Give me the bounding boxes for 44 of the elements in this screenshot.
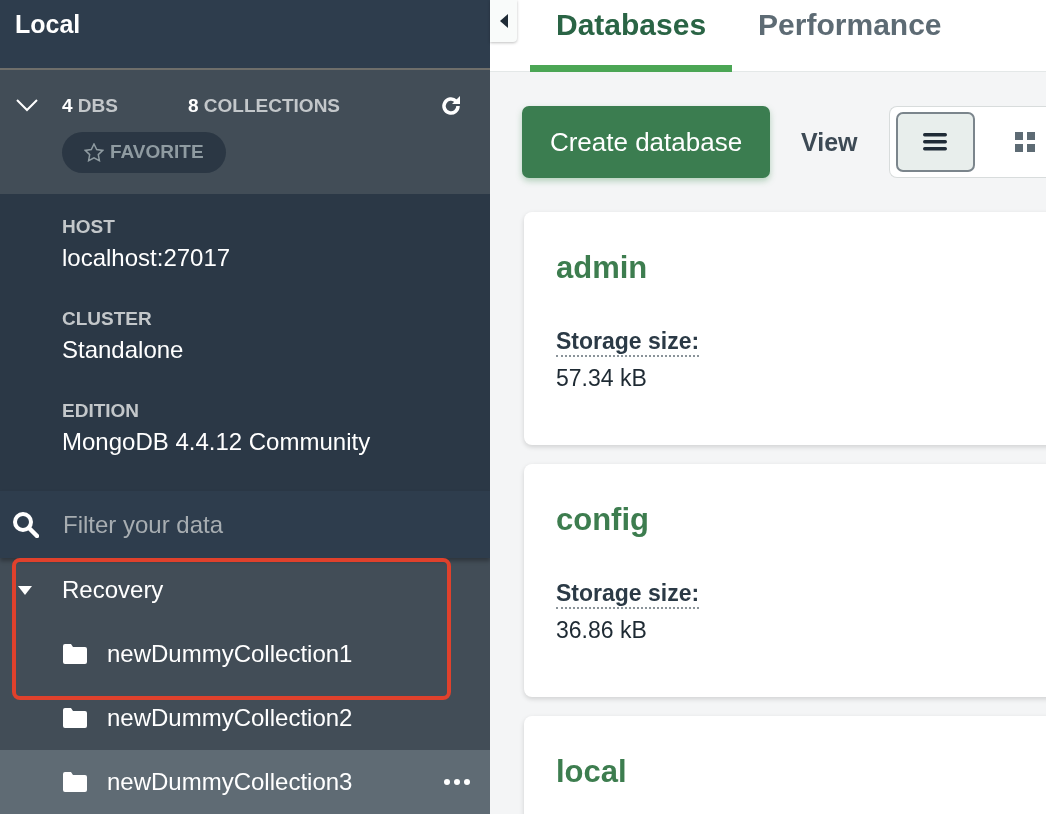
collection-item[interactable]: newDummyCollection1 [0, 622, 490, 686]
database-name[interactable]: config [556, 502, 1046, 538]
database-name[interactable]: admin [556, 250, 1046, 286]
list-icon [923, 133, 948, 151]
database-card[interactable]: local [524, 716, 1046, 814]
star-icon [84, 142, 104, 162]
connection-title: Local [15, 10, 82, 39]
collection-item[interactable]: newDummyCollection3 [0, 750, 490, 814]
info-label: EDITION [62, 400, 141, 423]
chevron-down-icon[interactable] [16, 99, 38, 113]
favorite-button[interactable]: FAVORITE [62, 131, 226, 173]
database-item[interactable]: Recovery [0, 558, 490, 622]
storage-label: Storage size: [556, 328, 700, 357]
info-value: Standalone [62, 336, 185, 365]
storage-value: 57.34 kB [556, 365, 648, 392]
info-label: HOST [62, 216, 116, 239]
caret-left-icon [498, 14, 509, 28]
database-card[interactable]: admin Storage size: 57.34 kB [524, 212, 1046, 445]
storage-value: 36.86 kB [556, 617, 648, 644]
filter-input[interactable]: Filter your data [61, 509, 461, 540]
folder-icon [63, 708, 87, 728]
collapse-sidebar-button[interactable] [490, 0, 517, 42]
tab[interactable]: Performance [732, 0, 968, 72]
tab[interactable]: Databases [530, 0, 733, 72]
folder-icon [63, 644, 87, 664]
folder-icon [63, 772, 87, 792]
info-value: MongoDB 4.4.12 Community [62, 428, 372, 457]
search-icon [12, 511, 39, 539]
create-database-button[interactable]: Create database [522, 106, 770, 178]
view-button[interactable] [895, 112, 975, 172]
grid-icon [1014, 132, 1035, 152]
stat-count: 4 DBS [62, 94, 119, 117]
database-name[interactable]: local [556, 754, 1046, 790]
refresh-icon[interactable] [440, 94, 462, 117]
info-value: localhost:27017 [62, 244, 232, 273]
more-icon[interactable] [444, 779, 470, 785]
stat-count: 8 COLLECTIONS [188, 94, 342, 117]
caret-down-icon [18, 584, 32, 596]
storage-label: Storage size: [556, 580, 700, 609]
view-label: View [801, 127, 858, 157]
collection-item[interactable]: newDummyCollection2 [0, 686, 490, 750]
filter-field[interactable]: Filter your data [0, 491, 490, 558]
database-card[interactable]: config Storage size: 36.86 kB [524, 464, 1046, 697]
info-label: CLUSTER [62, 308, 153, 331]
